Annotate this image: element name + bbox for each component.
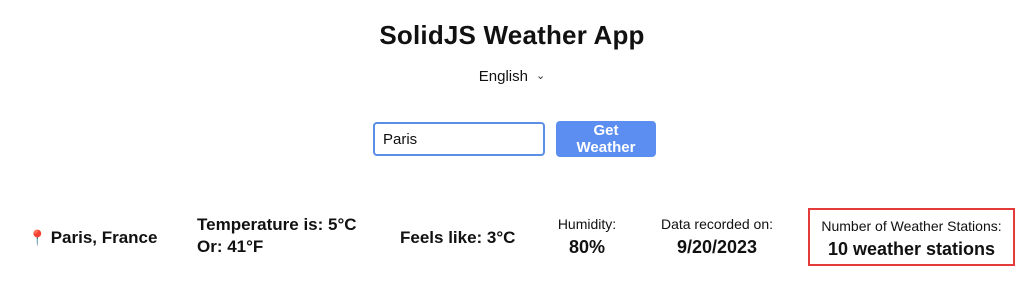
location-display: 📍 Paris, France — [28, 228, 157, 248]
language-select[interactable]: English ⌄ — [0, 68, 1024, 85]
feels-like-display: Feels like: 3°C — [400, 228, 516, 247]
weather-app: SolidJS Weather App English ⌄ Get Weathe… — [0, 0, 1024, 286]
page-title: SolidJS Weather App — [379, 20, 645, 50]
stations-label: Number of Weather Stations: — [821, 218, 1002, 234]
search-form: Get Weather — [373, 121, 656, 157]
language-selected-value: English — [478, 68, 528, 85]
temperature-celsius: Temperature is: 5°C — [197, 215, 357, 234]
recorded-label: Data recorded on: — [660, 216, 774, 232]
humidity-value: 80% — [568, 237, 606, 257]
temperature-fahrenheit: Or: 41°F — [197, 237, 264, 256]
humidity-display: Humidity: 80% — [556, 214, 618, 260]
stations-count: 10 weather stations — [827, 239, 996, 259]
get-weather-button[interactable]: Get Weather — [556, 121, 656, 157]
data-recorded-display: Data recorded on: 9/20/2023 — [655, 214, 779, 260]
location-text: Paris, France — [50, 228, 158, 247]
city-search-input[interactable] — [373, 122, 545, 156]
temperature-display: Temperature is: 5°C Or: 41°F — [197, 214, 357, 258]
recorded-date: 9/20/2023 — [676, 237, 758, 257]
chevron-down-icon[interactable]: ⌄ — [536, 69, 545, 82]
weather-stations-display: Number of Weather Stations: 10 weather s… — [808, 208, 1015, 266]
map-pin-icon: 📍 — [28, 230, 47, 247]
weather-info-row: 📍 Paris, France Temperature is: 5°C Or: … — [0, 208, 1024, 278]
humidity-label: Humidity: — [557, 216, 617, 232]
